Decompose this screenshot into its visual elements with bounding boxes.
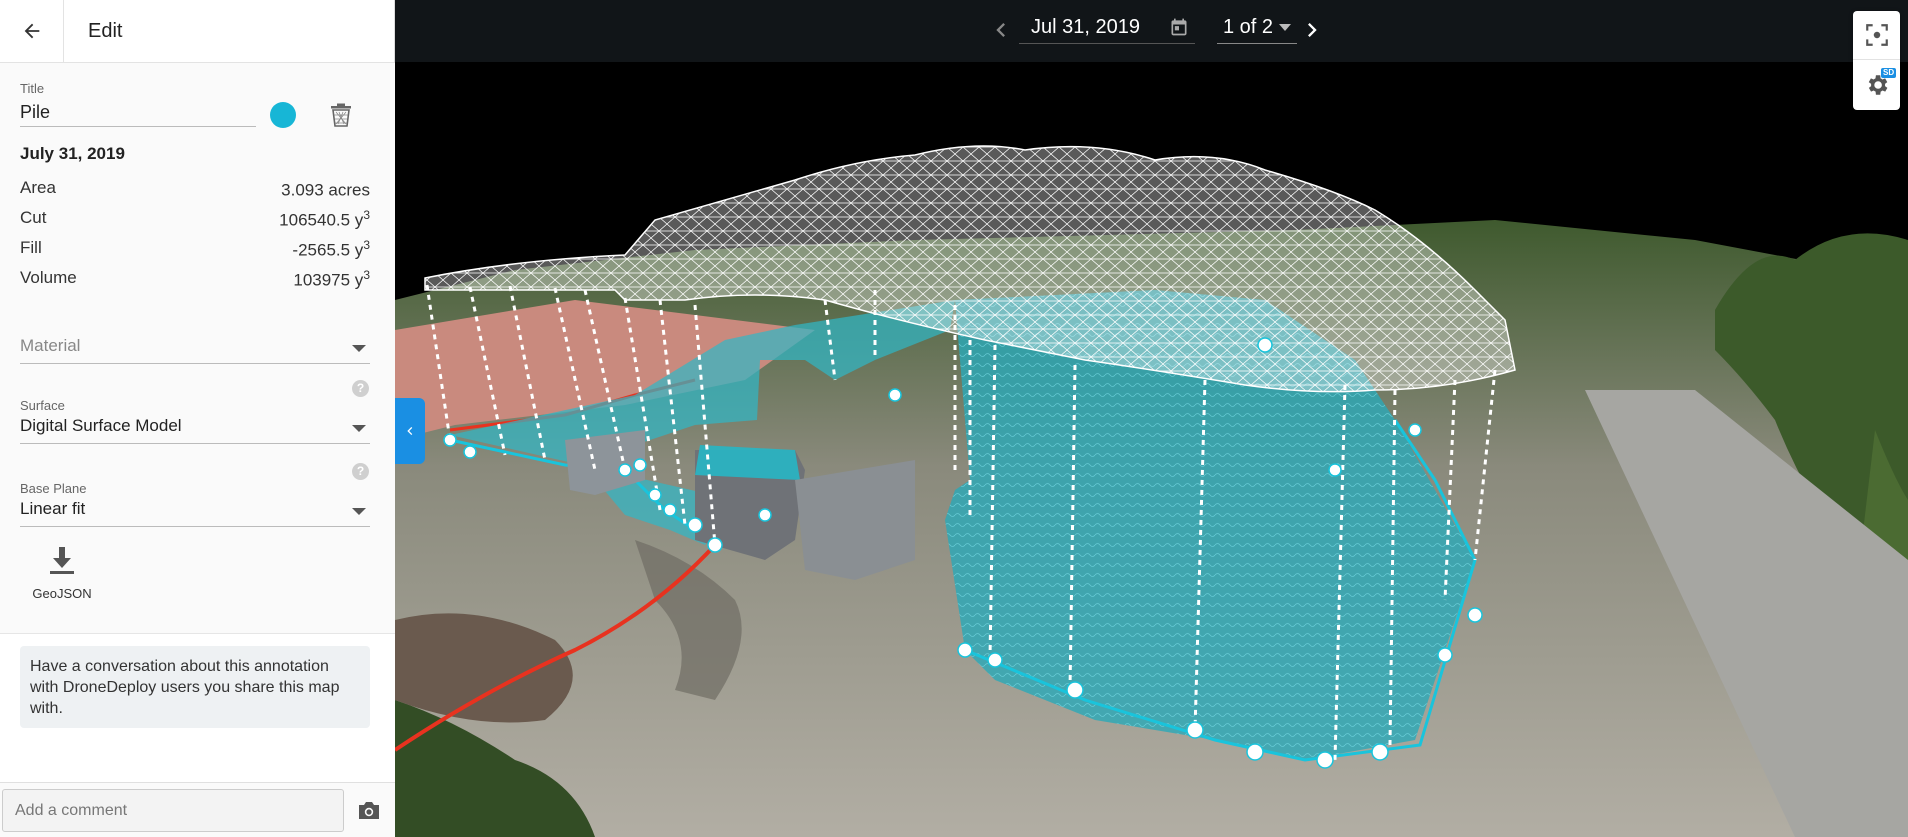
annotation-date: July 31, 2019	[20, 144, 125, 163]
camera-icon	[359, 802, 379, 819]
stat-row-fill: Fill -2565.5 y3	[20, 238, 370, 268]
building-cyan-roof	[695, 445, 800, 480]
sidebar-header: Edit	[0, 0, 394, 63]
delete-button[interactable]	[327, 101, 355, 129]
stat-row-area: Area 3.093 acres	[20, 178, 370, 208]
arrow-left-icon	[24, 23, 39, 39]
export-label: GeoJSON	[32, 586, 92, 598]
stat-label: Area	[20, 178, 56, 197]
page-indicator: 1 of 2	[1223, 16, 1274, 38]
stockpile-3d-scene[interactable]	[395, 0, 1908, 837]
stat-value: -2565.5 y3	[292, 238, 370, 260]
stat-label: Fill	[20, 238, 42, 257]
annotation-details: Title Pile July 31, 2019 Area 3.093 acre…	[0, 63, 395, 633]
conversation-hint: Have a conversation about this annotatio…	[20, 646, 370, 728]
chevron-down-icon	[352, 425, 366, 432]
focus-view-button[interactable]	[1853, 11, 1900, 60]
surface-label: Surface	[20, 398, 65, 413]
sd-badge: SD	[1881, 68, 1897, 78]
chevron-left-icon	[407, 427, 413, 435]
previous-date-button[interactable]	[987, 16, 1015, 44]
material-select[interactable]: Material	[20, 336, 370, 364]
panel-title: Edit	[88, 19, 123, 42]
building-right	[795, 460, 915, 580]
chevron-left-icon	[996, 23, 1005, 37]
stat-row-volume: Volume 103975 y3	[20, 268, 370, 298]
help-icon[interactable]: ?	[352, 380, 369, 397]
date-picker[interactable]: Jul 31, 2019	[1019, 12, 1195, 44]
stat-value: 106540.5 y3	[279, 208, 370, 230]
collapse-sidebar-button[interactable]	[395, 398, 425, 464]
conversation-area: Have a conversation about this annotatio…	[0, 633, 395, 782]
current-date: Jul 31, 2019	[1031, 16, 1140, 38]
chevron-down-icon	[1279, 24, 1291, 31]
chevron-down-icon	[352, 345, 366, 352]
next-date-button[interactable]	[1298, 16, 1326, 44]
stat-value: 103975 y3	[293, 268, 370, 290]
dataset-page-select[interactable]: 1 of 2	[1217, 12, 1297, 44]
help-icon[interactable]: ?	[352, 463, 369, 480]
chevron-down-icon	[352, 508, 366, 515]
map-viewer-3d[interactable]: Jul 31, 2019 1 of 2 SD	[395, 0, 1908, 837]
map-tools: SD	[1853, 11, 1900, 110]
view-settings-button[interactable]: SD	[1853, 60, 1900, 109]
stat-row-cut: Cut 106540.5 y3	[20, 208, 370, 238]
measurements-list: Area 3.093 acres Cut 106540.5 y3 Fill -2…	[20, 178, 370, 298]
download-icon	[50, 547, 74, 574]
stat-value: 3.093 acres	[281, 180, 370, 200]
surface-select[interactable]: Digital Surface Model	[20, 416, 370, 444]
attach-photo-button[interactable]	[357, 799, 383, 823]
annotation-sidebar: Edit Title Pile July 31, 2019 Area 3.093…	[0, 0, 395, 837]
trash-icon	[331, 103, 351, 127]
base-plane-label: Base Plane	[20, 481, 87, 496]
calendar-icon	[1171, 18, 1187, 36]
base-plane-select[interactable]: Linear fit	[20, 499, 370, 527]
stat-label: Volume	[20, 268, 77, 287]
back-button[interactable]	[0, 0, 64, 63]
title-label: Title	[20, 81, 45, 96]
focus-frame-icon	[1865, 24, 1888, 46]
title-input[interactable]: Pile	[20, 99, 256, 127]
comment-input[interactable]	[2, 789, 344, 832]
color-picker[interactable]	[270, 102, 296, 128]
export-geojson-button[interactable]: GeoJSON	[30, 545, 94, 598]
map-date-bar: Jul 31, 2019 1 of 2	[395, 0, 1908, 62]
comment-bar	[0, 782, 395, 837]
stat-label: Cut	[20, 208, 47, 227]
chevron-right-icon	[1308, 23, 1317, 37]
